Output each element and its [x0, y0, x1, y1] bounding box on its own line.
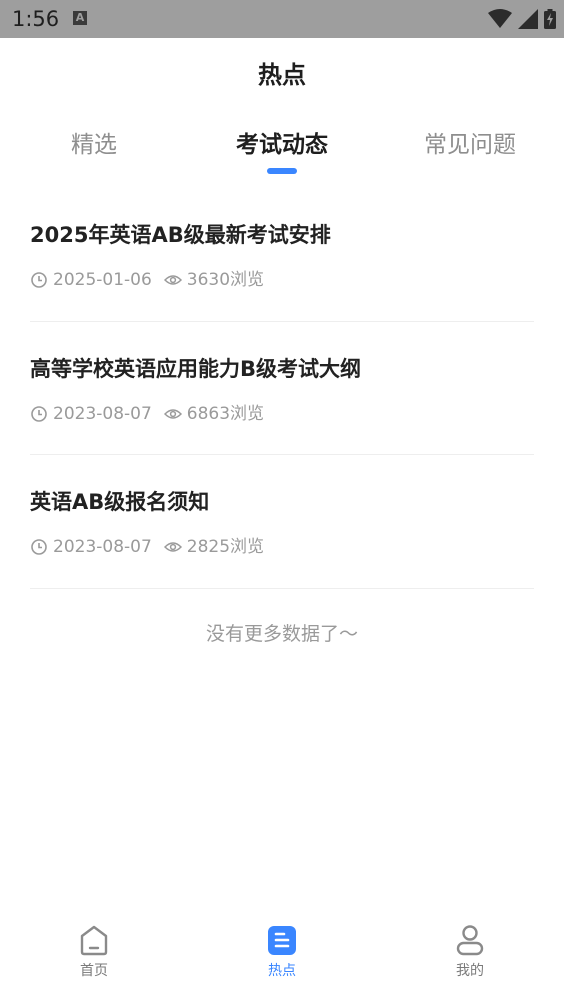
- eye-icon: [163, 271, 182, 289]
- article-item[interactable]: 英语AB级报名须知 2023-08-07 2825浏览: [30, 455, 534, 589]
- article-date: 2025-01-06: [53, 270, 152, 290]
- tab-faq[interactable]: 常见问题: [376, 128, 564, 162]
- article-views: 2825浏览: [186, 537, 265, 557]
- article-item[interactable]: 2025年英语AB级最新考试安排 2025-01-06 3630浏览: [30, 188, 534, 322]
- active-tab-indicator: [267, 168, 297, 174]
- tab-exam-news[interactable]: 考试动态: [188, 128, 376, 162]
- article-views: 3630浏览: [186, 270, 265, 290]
- nav-mine-label: 我的: [456, 963, 484, 979]
- nav-home-label: 首页: [80, 963, 108, 979]
- page-title: 热点: [258, 61, 306, 89]
- article-date: 2023-08-07: [53, 403, 152, 424]
- clock-icon: [30, 271, 48, 289]
- article-views: 6863浏览: [186, 403, 265, 424]
- clock-icon: [30, 538, 48, 556]
- article-title: 2025年英语AB级最新考试安排: [30, 223, 331, 247]
- home-icon: [80, 925, 108, 956]
- accessibility-app-icon: A: [73, 11, 87, 25]
- list-end-text: 没有更多数据了～: [205, 623, 358, 645]
- tab-featured[interactable]: 精选: [0, 128, 188, 162]
- nav-hot[interactable]: 热点: [222, 920, 342, 980]
- article-list: 2025年英语AB级最新考试安排 2025-01-06 3630浏览 高等学校英…: [30, 188, 534, 589]
- nav-hot-label: 热点: [268, 963, 296, 979]
- article-meta: 2023-08-07 6863浏览: [30, 402, 264, 426]
- bottom-nav: 首页 热点 我的: [0, 912, 564, 1002]
- nav-mine[interactable]: 我的: [410, 920, 530, 980]
- article-meta: 2025-01-06 3630浏览: [30, 268, 264, 292]
- battery-charging-icon: [544, 9, 556, 29]
- status-icons: [488, 8, 556, 30]
- tab-bar: 精选 考试动态 常见问题: [0, 128, 564, 180]
- status-bar: 1:56 A: [0, 0, 564, 38]
- article-title: 高等学校英语应用能力B级考试大纲: [30, 356, 362, 381]
- user-icon: [456, 925, 484, 956]
- wifi-icon: [488, 9, 512, 28]
- article-item[interactable]: 高等学校英语应用能力B级考试大纲 2023-08-07 6863浏览: [30, 322, 534, 455]
- eye-icon: [163, 538, 182, 556]
- article-date: 2023-08-07: [53, 537, 152, 557]
- clock-icon: [30, 405, 48, 423]
- nav-home[interactable]: 首页: [34, 920, 154, 980]
- article-title: 英语AB级报名须知: [30, 490, 210, 514]
- document-icon: [268, 926, 296, 955]
- article-meta: 2023-08-07 2825浏览: [30, 535, 264, 559]
- eye-icon: [163, 405, 182, 423]
- cellular-signal-icon: [518, 9, 538, 29]
- status-time: 1:56: [12, 7, 60, 31]
